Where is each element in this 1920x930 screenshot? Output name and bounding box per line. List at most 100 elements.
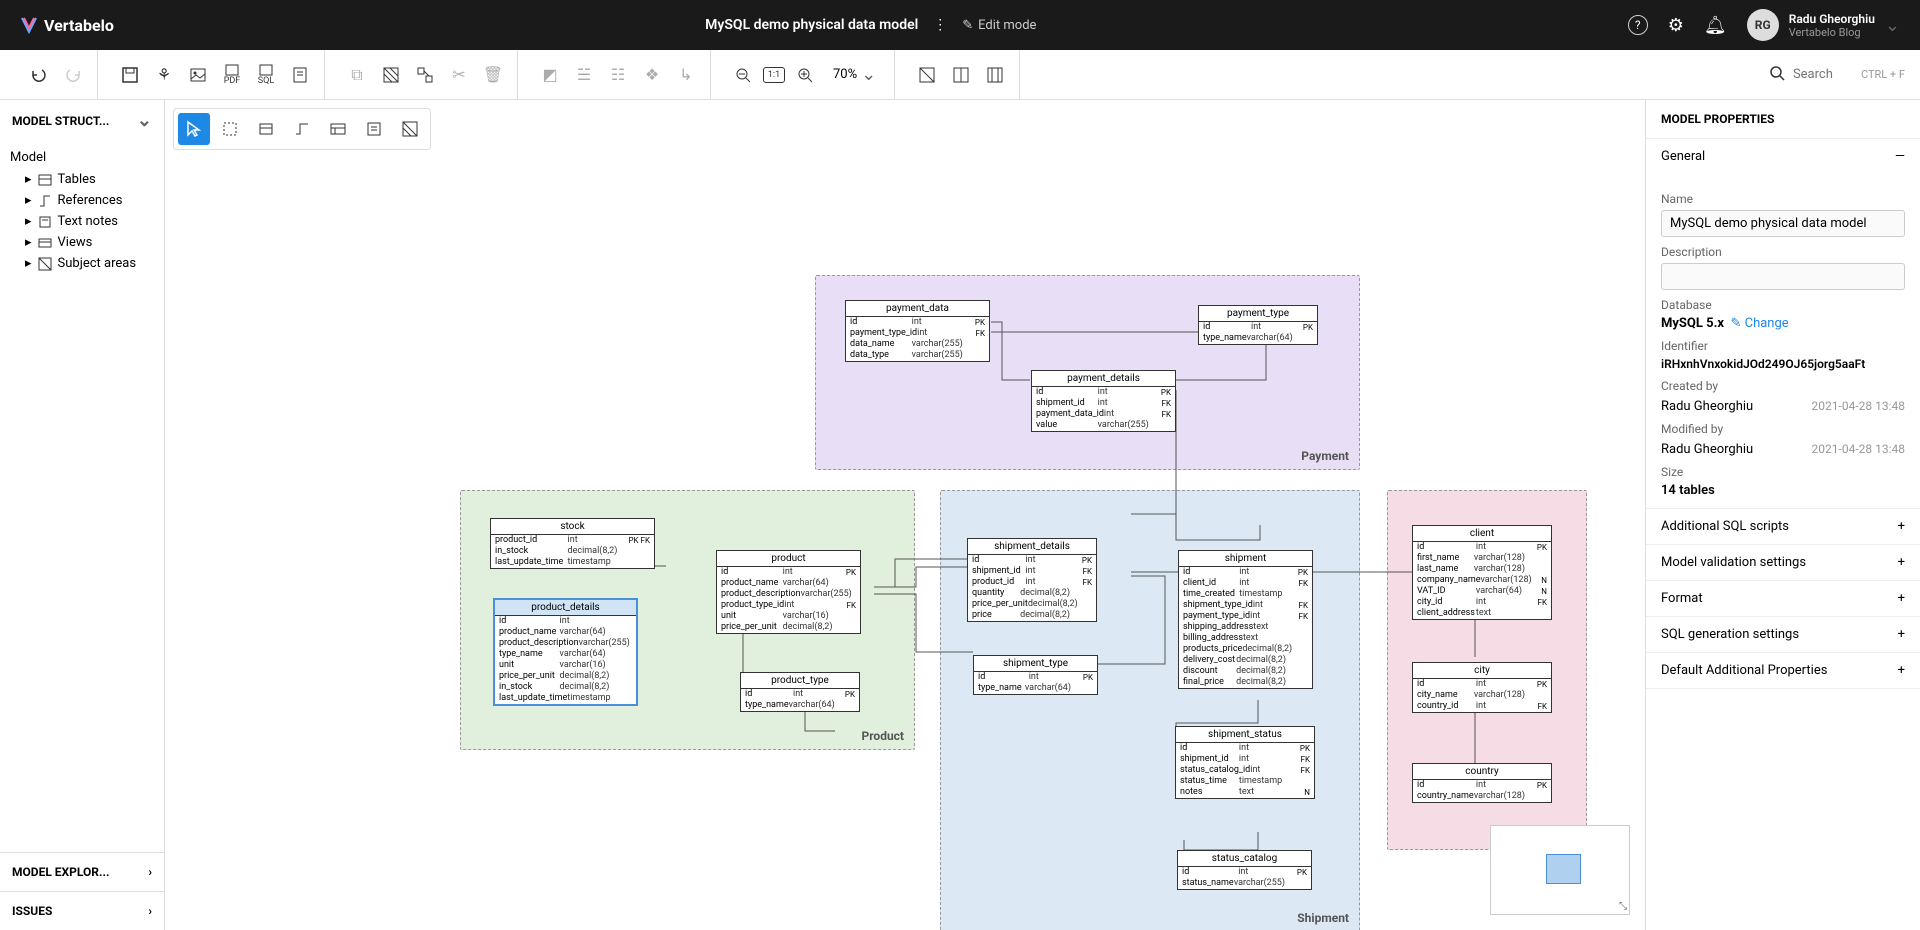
route-icon[interactable]: ↳: [672, 61, 700, 89]
table-product_type[interactable]: product_typeidintPKtype_namevarchar(64): [740, 672, 860, 712]
table-product_details[interactable]: product_detailsidintproduct_namevarchar(…: [493, 598, 638, 706]
delete-icon[interactable]: 🗑︎: [479, 61, 507, 89]
marquee-tool[interactable]: [214, 113, 246, 145]
add-note-tool[interactable]: [358, 113, 390, 145]
sql-gen-section[interactable]: SQL generation settings+: [1646, 617, 1920, 652]
copy-icon[interactable]: ⧉: [343, 61, 371, 89]
align1-icon[interactable]: ◩: [536, 61, 564, 89]
align3-icon[interactable]: ☷: [604, 61, 632, 89]
name-input[interactable]: [1661, 210, 1905, 237]
issues-header[interactable]: ISSUES›: [0, 891, 164, 930]
description-label: Description: [1661, 245, 1905, 259]
model-explorer-header[interactable]: MODEL EXPLOR...›: [0, 852, 164, 891]
table-country[interactable]: countryidintPKcountry_namevarchar(128): [1412, 763, 1552, 803]
table-client[interactable]: clientidintPKfirst_namevarchar(128)last_…: [1412, 525, 1552, 620]
search-icon: [1769, 65, 1785, 85]
zoom-in-button[interactable]: [791, 61, 819, 89]
bell-icon[interactable]: 🔔︎: [1704, 15, 1727, 36]
table-column: idintPK: [1032, 387, 1175, 398]
redo-button[interactable]: [59, 61, 87, 89]
tree-areas[interactable]: ▸Subject areas: [10, 253, 154, 274]
zoom-out-button[interactable]: [729, 61, 757, 89]
table-payment_type[interactable]: payment_typeidintPKtype_namevarchar(64): [1198, 305, 1318, 345]
user-menu[interactable]: RG Radu Gheorghiu Vertabelo Blog ⌄: [1747, 9, 1900, 41]
cut-icon[interactable]: ✂: [445, 61, 473, 89]
view1-icon[interactable]: [913, 61, 941, 89]
avatar: RG: [1747, 9, 1779, 41]
table-column: city_namevarchar(128): [1413, 690, 1551, 701]
table-header: payment_type: [1199, 306, 1317, 322]
table-city[interactable]: cityidintPKcity_namevarchar(128)country_…: [1412, 662, 1552, 713]
pattern2-icon[interactable]: [411, 61, 439, 89]
table-column: last_update_timetimestamp: [495, 693, 636, 704]
add-table-tool[interactable]: [250, 113, 282, 145]
align2-icon[interactable]: ☱: [570, 61, 598, 89]
description-input[interactable]: [1661, 263, 1905, 290]
tree-views[interactable]: ▸Views: [10, 232, 154, 253]
gear-icon[interactable]: ⚙: [1668, 15, 1684, 36]
table-column: price_per_unitdecimal(8,2): [968, 599, 1096, 610]
kebab-icon[interactable]: ⋮: [933, 17, 947, 33]
table-column: idintPK: [1413, 542, 1551, 553]
sql-button[interactable]: SQL: [252, 61, 280, 89]
logo[interactable]: Vertabelo: [20, 16, 114, 35]
edit-mode-button[interactable]: ✎ Edit mode: [962, 18, 1036, 33]
tree-tables[interactable]: ▸Tables: [10, 169, 154, 190]
table-header: stock: [491, 519, 654, 535]
table-product[interactable]: productidintPKproduct_namevarchar(64)pro…: [716, 550, 861, 634]
model-structure-header[interactable]: MODEL STRUCT...⌄: [0, 100, 164, 141]
canvas-toolbar: [173, 108, 431, 150]
table-shipment_type[interactable]: shipment_typeidintPKtype_namevarchar(64): [973, 655, 1098, 695]
tree-root[interactable]: Model: [10, 146, 154, 169]
tree-textnotes[interactable]: ▸Text notes: [10, 211, 154, 232]
resize-icon[interactable]: ⤡: [1619, 901, 1627, 912]
size-label: Size: [1661, 465, 1905, 479]
view3-icon[interactable]: [981, 61, 1009, 89]
user-org: Vertabelo Blog: [1789, 26, 1875, 39]
zoom-fit-button[interactable]: 1:1: [763, 67, 785, 83]
table-stock[interactable]: stockproduct_idintPK FKin_stockdecimal(8…: [490, 518, 655, 569]
plus-icon: +: [1898, 627, 1905, 642]
share-icon[interactable]: ⚘: [150, 61, 178, 89]
select-tool[interactable]: [178, 113, 210, 145]
table-column: shipment_type_idintFK: [1179, 600, 1312, 611]
table-shipment_details[interactable]: shipment_detailsidintPKshipment_idintFKp…: [967, 538, 1097, 622]
table-payment_details[interactable]: payment_detailsidintPKshipment_idintFKpa…: [1031, 370, 1176, 432]
table-shipment_status[interactable]: shipment_statusidintPKshipment_idintFKst…: [1175, 726, 1315, 799]
table-header: client: [1413, 526, 1551, 542]
table-payment_data[interactable]: payment_dataidintPKpayment_type_idintFKd…: [845, 300, 990, 362]
sql-scripts-section[interactable]: Additional SQL scripts+: [1646, 509, 1920, 544]
search-input[interactable]: [1793, 67, 1853, 82]
add-area-tool[interactable]: [394, 113, 426, 145]
undo-button[interactable]: [25, 61, 53, 89]
table-column: quantitydecimal(8,2): [968, 588, 1096, 599]
add-view-tool[interactable]: [322, 113, 354, 145]
image-icon[interactable]: [184, 61, 212, 89]
canvas[interactable]: Payment Product Shipment Client: [165, 100, 1645, 930]
table-column: last_namevarchar(128): [1413, 564, 1551, 575]
table-status_catalog[interactable]: status_catalogidintPKstatus_namevarchar(…: [1177, 850, 1312, 890]
zoom-dropdown[interactable]: 70% ⌄: [825, 64, 884, 85]
format-section[interactable]: Format+: [1646, 581, 1920, 616]
pencil-icon: ✎: [962, 18, 973, 33]
table-column: notestextN: [1176, 787, 1314, 798]
minimap[interactable]: ⤡: [1490, 825, 1630, 915]
save-icon[interactable]: [116, 61, 144, 89]
created-date: 2021-04-28 13:48: [1812, 399, 1905, 413]
model-title: MySQL demo physical data model: [705, 17, 918, 33]
layers-icon[interactable]: ❖: [638, 61, 666, 89]
change-link[interactable]: Change: [1745, 316, 1789, 331]
default-props-section[interactable]: Default Additional Properties+: [1646, 653, 1920, 688]
size-value: 14 tables: [1661, 483, 1905, 498]
document-icon[interactable]: [286, 61, 314, 89]
help-icon[interactable]: ?: [1628, 15, 1648, 35]
pattern1-icon[interactable]: [377, 61, 405, 89]
table-shipment[interactable]: shipmentidintPKclient_idintFKtime_create…: [1178, 550, 1313, 689]
view2-icon[interactable]: [947, 61, 975, 89]
add-reference-tool[interactable]: [286, 113, 318, 145]
general-section[interactable]: General—: [1646, 139, 1920, 174]
table-column: product_idintPK FK: [491, 535, 654, 546]
pdf-button[interactable]: PDF: [218, 61, 246, 89]
validation-section[interactable]: Model validation settings+: [1646, 545, 1920, 580]
tree-references[interactable]: ▸References: [10, 190, 154, 211]
